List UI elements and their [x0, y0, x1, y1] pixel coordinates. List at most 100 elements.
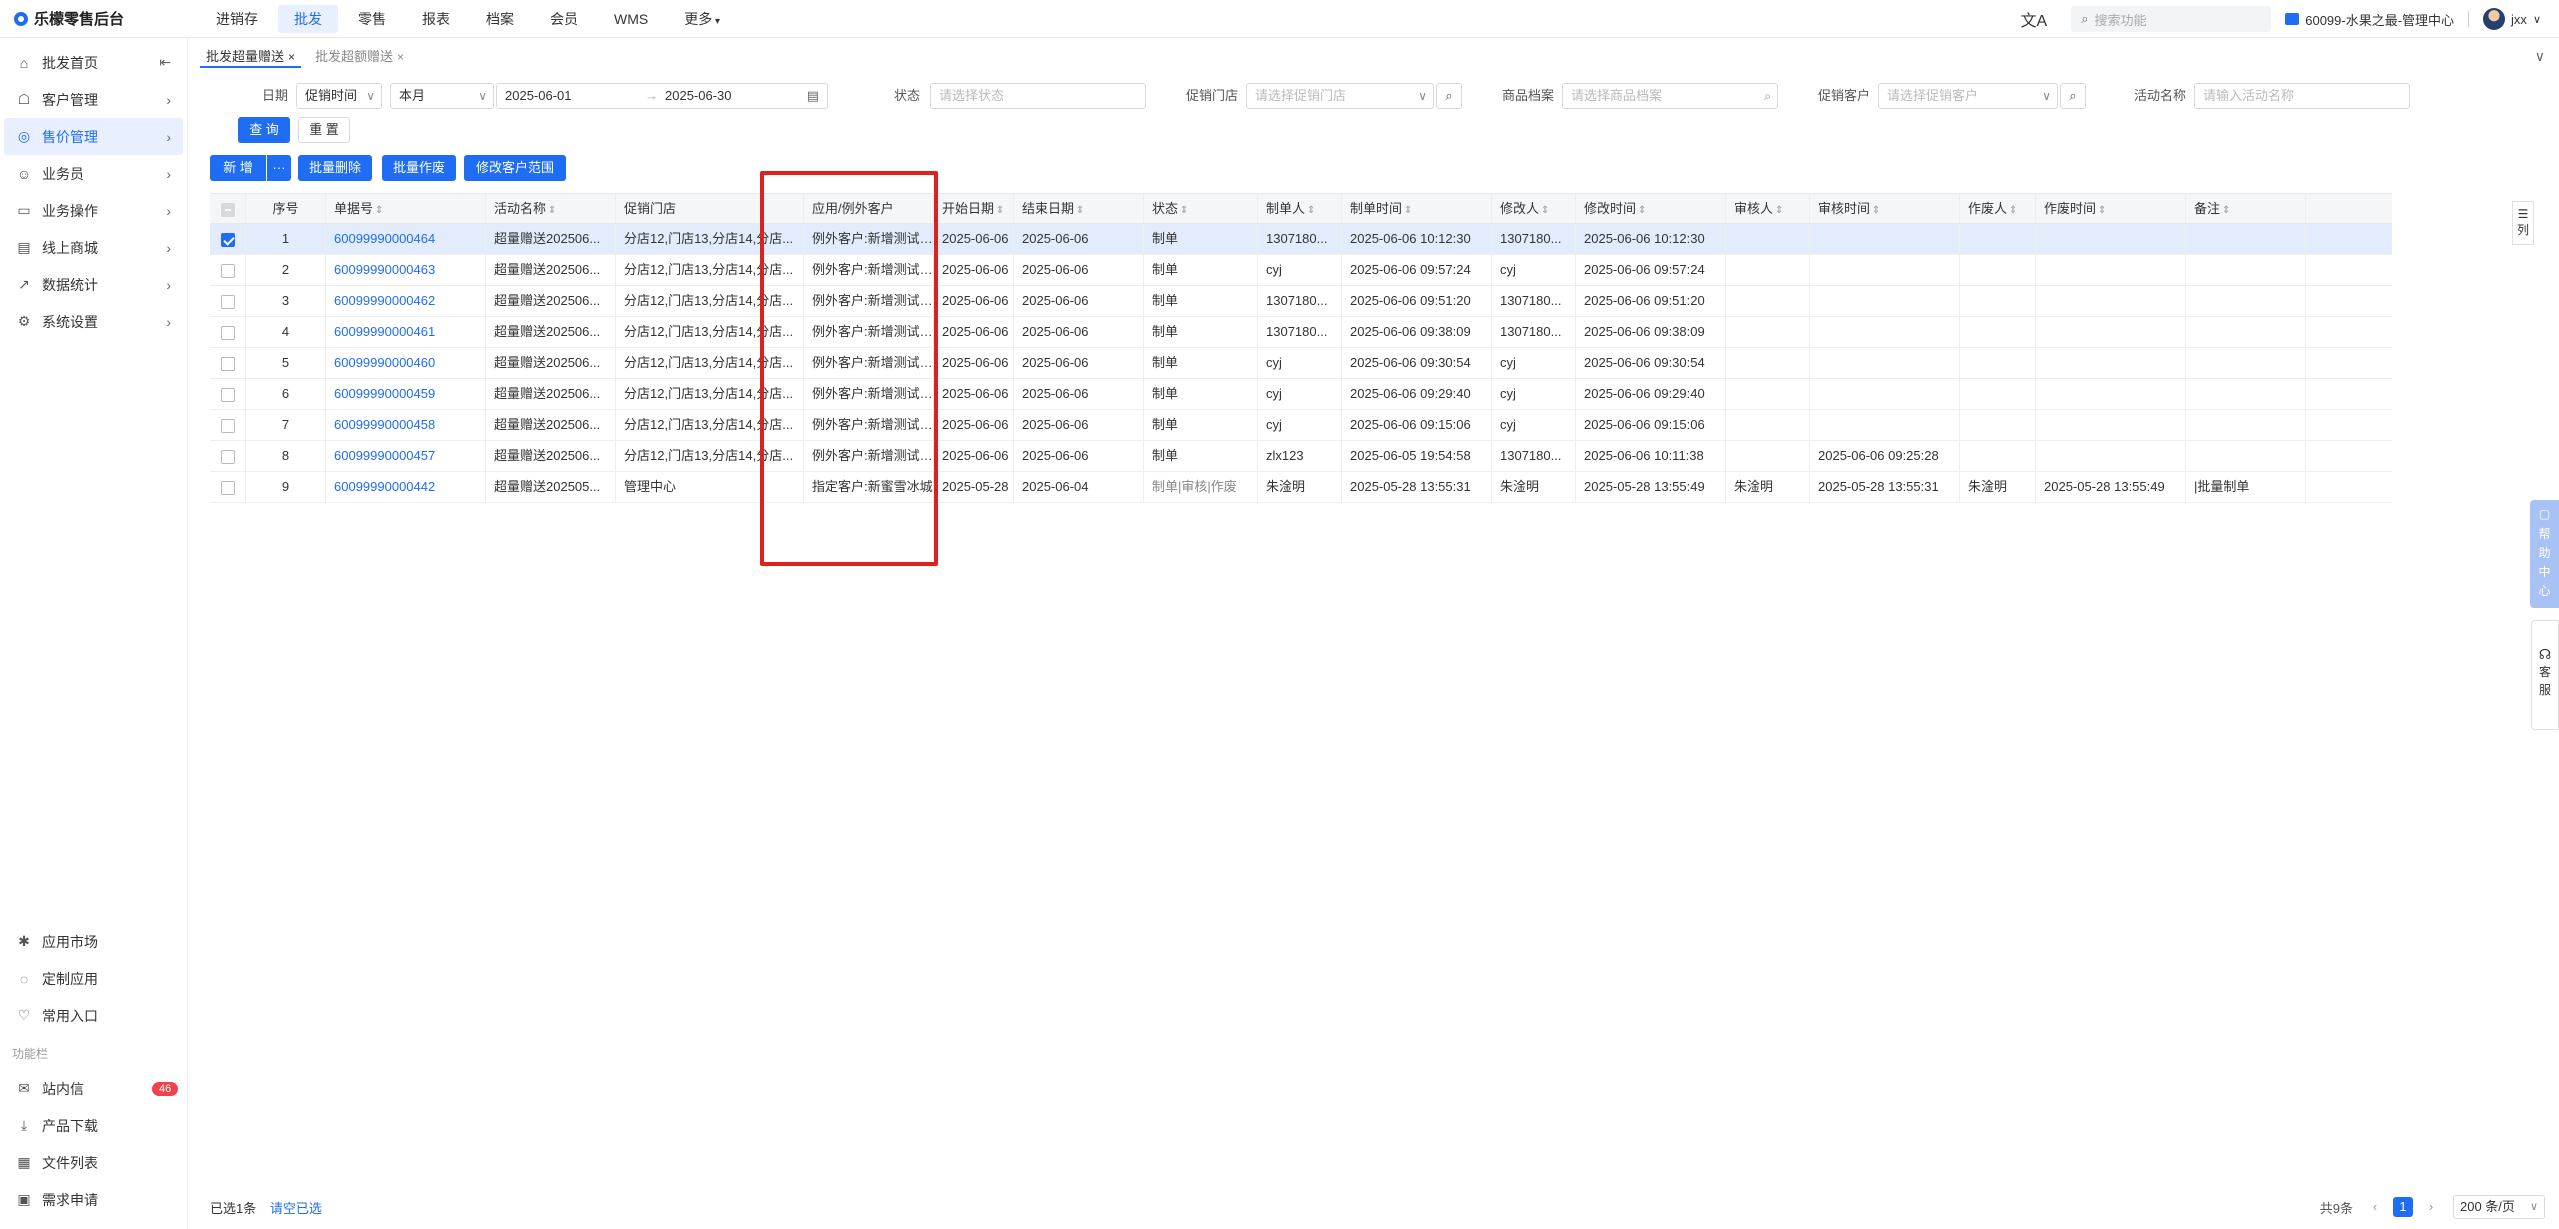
row-checkbox[interactable] — [220, 263, 235, 278]
page-size-select[interactable]: 200 条/页 ∨ — [2453, 1195, 2545, 1219]
table-row[interactable]: 8 60099990000457 超量赠送202506... 分店12,门店13,分店… — [210, 441, 2392, 472]
column-settings-button[interactable]: ☰ 列 — [2512, 201, 2534, 245]
order-number-link[interactable]: 60099990000461 — [326, 317, 486, 347]
table-row[interactable]: 1 60099990000464 超量赠送202506... 分店12,门店13,分店… — [210, 224, 2392, 255]
sort-icon[interactable]: ⇕ — [2098, 205, 2106, 216]
sort-icon[interactable]: ⇕ — [375, 205, 383, 216]
function-search-input[interactable]: ⌕ 搜索功能 — [2071, 6, 2272, 32]
column-header[interactable]: 修改时间 ⇕ — [1576, 194, 1726, 223]
nav-item-2[interactable]: 零售 — [342, 5, 402, 33]
sidebar-item[interactable]: ⚙ 系统设置 › — [4, 303, 183, 340]
row-checkbox[interactable] — [220, 387, 235, 402]
help-center-button[interactable]: ▢ 帮助中心 — [2530, 500, 2559, 608]
reset-button[interactable]: 重 置 — [298, 117, 350, 143]
table-row[interactable]: 5 60099990000460 超量赠送202506... 分店12,门店13,分店… — [210, 348, 2392, 379]
sidebar-item[interactable]: ☖ 客户管理 › — [4, 81, 183, 118]
sidebar-item[interactable]: ↗ 数据统计 › — [4, 266, 183, 303]
batch-delete-button[interactable]: 批量删除 — [298, 155, 372, 181]
checkbox[interactable] — [220, 202, 235, 217]
table-row[interactable]: 2 60099990000463 超量赠送202506... 分店12,门店13,分店… — [210, 255, 2392, 286]
nav-item-6[interactable]: WMS — [598, 5, 664, 33]
select-all-checkbox[interactable] — [210, 194, 246, 223]
column-header[interactable]: 促销门店 — [616, 194, 804, 223]
column-header[interactable]: 活动名称 ⇕ — [486, 194, 616, 223]
sidebar-item[interactable]: ▣ 需求申请 — [4, 1181, 184, 1218]
prev-page-button[interactable]: ‹ — [2365, 1197, 2385, 1217]
order-number-link[interactable]: 60099990000464 — [326, 224, 486, 254]
column-header[interactable]: 应用/例外客户 — [804, 194, 934, 223]
sidebar-item[interactable]: ◌ 定制应用 — [4, 960, 184, 997]
nav-item-3[interactable]: 报表 — [406, 5, 466, 33]
column-header[interactable]: 状态 ⇕ — [1144, 194, 1258, 223]
column-header[interactable]: 作废时间 ⇕ — [2036, 194, 2186, 223]
order-number-link[interactable]: 60099990000463 — [326, 255, 486, 285]
nav-item-7[interactable]: 更多 ▾ — [668, 5, 736, 33]
date-range-picker[interactable]: 2025-06-01 → 2025-06-30 ▤ — [496, 83, 828, 109]
sidebar-item[interactable]: ✱ 应用市场 — [4, 923, 184, 960]
sort-icon[interactable]: ⇕ — [1638, 205, 1646, 216]
sort-icon[interactable]: ⇕ — [2009, 205, 2017, 216]
sort-icon[interactable]: ⇕ — [1076, 205, 1084, 216]
customer-service-button[interactable]: ☊ 客服 — [2531, 620, 2559, 730]
translate-icon[interactable]: 文A — [2021, 7, 2048, 31]
store-selector[interactable]: 60099-水果之最-管理中心 — [2285, 10, 2454, 29]
sidebar-item[interactable]: ⌂ 批发首页 ⇤ — [4, 44, 183, 81]
modify-customer-scope-button[interactable]: 修改客户范围 — [464, 155, 566, 181]
column-header[interactable]: 序号 — [246, 194, 326, 223]
row-checkbox[interactable] — [220, 356, 235, 371]
batch-void-button[interactable]: 批量作废 — [382, 155, 456, 181]
sidebar-item[interactable]: ◎ 售价管理 › — [4, 118, 183, 155]
column-header[interactable]: 审核时间 ⇕ — [1810, 194, 1960, 223]
sidebar-item[interactable]: ▭ 业务操作 › — [4, 192, 183, 229]
sort-icon[interactable]: ⇕ — [1180, 205, 1188, 216]
more-actions-button[interactable]: ··· — [267, 155, 291, 181]
date-type-select[interactable]: 促销时间 ∨ — [296, 83, 382, 109]
table-row[interactable]: 7 60099990000458 超量赠送202506... 分店12,门店13,分店… — [210, 410, 2392, 441]
sort-icon[interactable]: ⇕ — [1404, 205, 1412, 216]
promo-store-select[interactable]: 请选择促销门店 ∨ — [1246, 83, 1434, 109]
sort-icon[interactable]: ⇕ — [1872, 205, 1880, 216]
promo-customer-select[interactable]: 请选择促销客户 ∨ — [1878, 83, 2058, 109]
date-range-type-select[interactable]: 本月 ∨ — [390, 83, 494, 109]
sidebar-item[interactable]: ☺ 业务员 › — [4, 155, 183, 192]
sort-icon[interactable]: ⇕ — [548, 205, 556, 216]
nav-item-0[interactable]: 进销存 — [200, 5, 274, 33]
order-number-link[interactable]: 60099990000459 — [326, 379, 486, 409]
activity-name-input[interactable]: 请输入活动名称 — [2194, 83, 2410, 109]
chevron-down-icon[interactable]: ∨ — [2535, 48, 2545, 65]
nav-item-4[interactable]: 档案 — [470, 5, 530, 33]
sort-icon[interactable]: ⇕ — [1307, 205, 1315, 216]
order-number-link[interactable]: 60099990000442 — [326, 472, 486, 502]
table-row[interactable]: 6 60099990000459 超量赠送202506... 分店12,门店13,分店… — [210, 379, 2392, 410]
column-header[interactable]: 结束日期 ⇕ — [1014, 194, 1144, 223]
next-page-button[interactable]: › — [2421, 1197, 2441, 1217]
column-header[interactable]: 制单人 ⇕ — [1258, 194, 1342, 223]
close-icon[interactable]: × — [397, 50, 404, 64]
sort-icon[interactable]: ⇕ — [2222, 205, 2230, 216]
status-select[interactable]: 请选择状态 — [930, 83, 1146, 109]
column-header[interactable]: 审核人 ⇕ — [1726, 194, 1810, 223]
sort-icon[interactable]: ⇕ — [1541, 205, 1549, 216]
nav-item-5[interactable]: 会员 — [534, 5, 594, 33]
column-header[interactable]: 修改人 ⇕ — [1492, 194, 1576, 223]
table-row[interactable]: 9 60099990000442 超量赠送202505... 管理中心 指定客户:新蜜雪… — [210, 472, 2392, 503]
row-checkbox[interactable] — [220, 418, 235, 433]
user-menu[interactable]: jxx ∨ — [2483, 8, 2541, 30]
column-header[interactable]: 备注 ⇕ — [2186, 194, 2306, 223]
sidebar-item[interactable]: ▦ 文件列表 — [4, 1144, 184, 1181]
column-header[interactable]: 开始日期 ⇕ — [934, 194, 1014, 223]
clear-selection-link[interactable]: 请空已选 — [270, 1201, 322, 1216]
order-number-link[interactable]: 60099990000458 — [326, 410, 486, 440]
sidebar-item[interactable]: ♡ 常用入口 — [4, 997, 184, 1034]
row-checkbox[interactable] — [220, 294, 235, 309]
sidebar-item[interactable]: ⤓ 产品下载 — [4, 1107, 184, 1144]
close-icon[interactable]: × — [288, 50, 295, 64]
goods-select[interactable]: 请选择商品档案 ⌕ — [1562, 83, 1778, 109]
add-button[interactable]: 新 增 — [210, 155, 266, 181]
store-search-button[interactable]: ⌕ — [1436, 83, 1462, 109]
sidebar-item[interactable]: ▤ 线上商城 › — [4, 229, 183, 266]
column-header[interactable]: 单据号 ⇕ — [326, 194, 486, 223]
row-checkbox[interactable] — [220, 325, 235, 340]
order-number-link[interactable]: 60099990000462 — [326, 286, 486, 316]
table-row[interactable]: 3 60099990000462 超量赠送202506... 分店12,门店13,分店… — [210, 286, 2392, 317]
